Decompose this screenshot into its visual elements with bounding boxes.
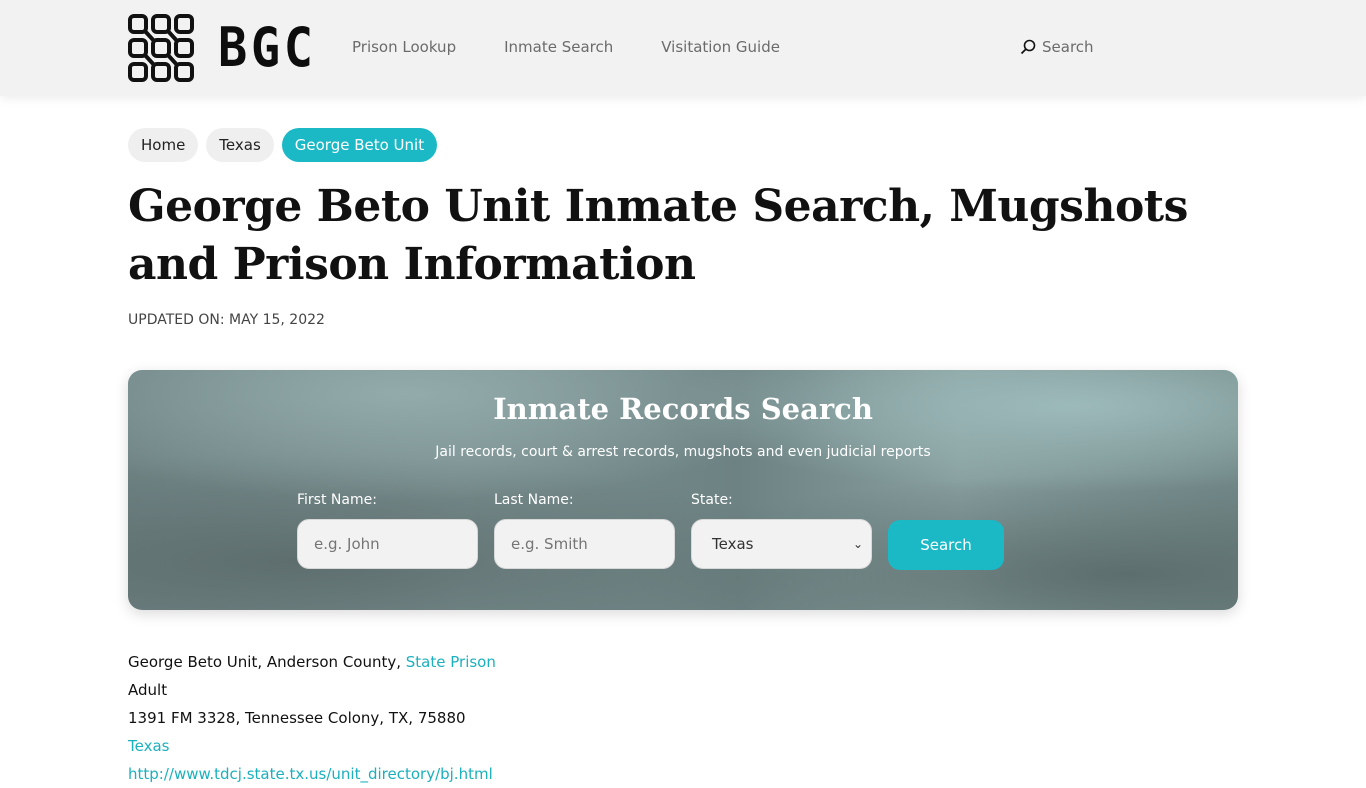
breadcrumb-home[interactable]: Home bbox=[128, 128, 199, 162]
header-search-label: Search bbox=[1042, 38, 1094, 56]
last-name-field-group: Last Name: bbox=[494, 492, 675, 569]
page-title: George Beto Unit Inmate Search, Mugshots… bbox=[128, 181, 1188, 290]
inmate-search-card: Inmate Records Search Jail records, cour… bbox=[128, 370, 1238, 610]
search-button[interactable]: Search bbox=[888, 520, 1004, 570]
header-search-button[interactable]: Search bbox=[1020, 38, 1094, 56]
breadcrumb: Home Texas George Beto Unit bbox=[128, 128, 438, 162]
search-card-title: Inmate Records Search bbox=[493, 392, 873, 426]
first-name-label: First Name: bbox=[297, 492, 377, 508]
facility-type-link[interactable]: State Prison bbox=[406, 653, 496, 671]
chevron-down-icon: ⌄ bbox=[852, 537, 863, 551]
facility-category: Adult bbox=[128, 681, 168, 699]
logo[interactable]: BGC bbox=[128, 14, 328, 82]
first-name-input[interactable] bbox=[297, 519, 478, 569]
facility-name-line: George Beto Unit, Anderson County, State… bbox=[128, 648, 496, 676]
search-card-subtitle: Jail records, court & arrest records, mu… bbox=[435, 444, 931, 460]
first-name-field-group: First Name: bbox=[297, 492, 478, 569]
updated-date: UPDATED ON: MAY 15, 2022 bbox=[128, 312, 325, 328]
nav-inmate-search[interactable]: Inmate Search bbox=[504, 38, 613, 56]
state-selected-value: Texas bbox=[712, 535, 754, 553]
last-name-label: Last Name: bbox=[494, 492, 574, 508]
search-icon bbox=[1020, 39, 1036, 55]
site-header: BGC Prison Lookup Inmate Search Visitati… bbox=[0, 0, 1366, 96]
breadcrumb-current[interactable]: George Beto Unit bbox=[281, 128, 438, 162]
state-select[interactable]: Texas ⌄ bbox=[691, 519, 872, 569]
logo-grid-icon bbox=[128, 14, 194, 82]
facility-address: 1391 FM 3328, Tennessee Colony, TX, 7588… bbox=[128, 709, 466, 727]
state-field-group: State: Texas ⌄ bbox=[691, 492, 872, 569]
breadcrumb-texas[interactable]: Texas bbox=[206, 128, 274, 162]
main-nav: Prison Lookup Inmate Search Visitation G… bbox=[352, 38, 780, 56]
logo-text: BGC bbox=[218, 16, 317, 79]
state-label: State: bbox=[691, 492, 733, 508]
last-name-input[interactable] bbox=[494, 519, 675, 569]
facility-info: George Beto Unit, Anderson County, State… bbox=[128, 648, 496, 788]
nav-visitation-guide[interactable]: Visitation Guide bbox=[661, 38, 780, 56]
facility-name: George Beto Unit, Anderson County, bbox=[128, 653, 406, 671]
state-link[interactable]: Texas bbox=[128, 737, 169, 755]
nav-prison-lookup[interactable]: Prison Lookup bbox=[352, 38, 456, 56]
